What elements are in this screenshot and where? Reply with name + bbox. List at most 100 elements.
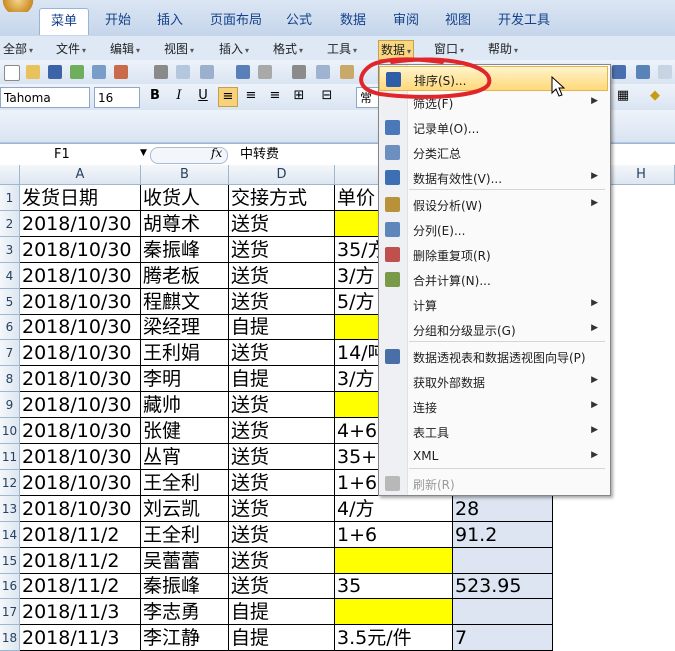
name-box-dropdown-icon[interactable]: ▼ [140, 148, 147, 158]
menu-item[interactable]: text-to-columns-icon 分列(E)... [379, 217, 608, 242]
row-header[interactable]: 14 [0, 522, 20, 548]
row-header[interactable]: 16 [0, 574, 20, 599]
menu-item[interactable]: 表工具 ▶ [379, 419, 608, 444]
tab-developer[interactable]: 开发工具 [488, 8, 560, 34]
cell-date[interactable]: 2018/10/30 [20, 392, 141, 418]
menu-item[interactable]: 分组和分级显示(G) ▶ [379, 317, 608, 342]
cell-unit-price[interactable]: 3.5元/件 [335, 625, 453, 651]
menu-edit[interactable]: 编辑 ▾ [110, 40, 140, 58]
cell-date[interactable]: 2018/10/30 [20, 470, 141, 496]
cell-delivery-method[interactable]: 自提 [229, 366, 335, 392]
cell-consignee[interactable]: 秦振峰 [141, 237, 229, 263]
cell-delivery-method[interactable]: 交接方式 [229, 185, 335, 211]
copy-icon[interactable] [316, 65, 330, 79]
cell-date[interactable]: 2018/10/30 [20, 289, 141, 315]
cell-delivery-method[interactable]: 送货 [229, 418, 335, 444]
pdf-icon[interactable] [114, 65, 128, 79]
cell-date[interactable]: 2018/11/3 [20, 625, 141, 651]
cell-unit-price[interactable] [335, 599, 453, 625]
cell-transfer-fee[interactable]: 91.2 [453, 522, 553, 548]
tab-home[interactable]: 开始 [97, 8, 139, 34]
cell-consignee[interactable]: 王全利 [141, 522, 229, 548]
cell-date[interactable]: 2018/10/30 [20, 496, 141, 522]
cell-date[interactable]: 2018/10/30 [20, 237, 141, 263]
menu-item[interactable]: form-icon 记录单(O)... [379, 115, 608, 140]
cell-date[interactable]: 2018/10/30 [20, 211, 141, 237]
fill-color-icon[interactable]: ◆ [646, 87, 664, 105]
menu-item[interactable]: 连接 ▶ [379, 394, 608, 419]
cell-date[interactable]: 发货日期 [20, 185, 141, 211]
cell-delivery-method[interactable]: 送货 [229, 340, 335, 366]
tab-view[interactable]: 视图 [436, 8, 480, 34]
align-center-icon[interactable]: ≡ [242, 87, 260, 105]
row-header[interactable]: 18 [0, 625, 20, 651]
menu-file[interactable]: 文件 ▾ [56, 40, 86, 58]
menu-format[interactable]: 格式 ▾ [273, 40, 303, 58]
merge-center-icon[interactable]: ⊞ [290, 87, 308, 105]
menu-all[interactable]: 全部 ▾ [3, 40, 33, 58]
permission2-icon[interactable] [258, 65, 272, 79]
menu-item[interactable]: 计算 ▶ [379, 292, 608, 317]
column-header-h[interactable]: H [608, 165, 675, 185]
cell-delivery-method[interactable]: 送货 [229, 237, 335, 263]
menu-item[interactable]: subtotal-icon 分类汇总 [379, 140, 608, 165]
cell-consignee[interactable]: 丛宵 [141, 444, 229, 470]
cell-unit-price[interactable] [335, 548, 453, 574]
cell-consignee[interactable]: 吴蕾蕾 [141, 548, 229, 574]
cell-consignee[interactable]: 王全利 [141, 470, 229, 496]
menu-item[interactable]: remove-duplicates-icon 删除重复项(R) [379, 242, 608, 267]
cell-consignee[interactable]: 李志勇 [141, 599, 229, 625]
cell-date[interactable]: 2018/11/2 [20, 522, 141, 548]
bold-button[interactable]: B [146, 87, 164, 105]
cell-unit-price[interactable]: 35 [335, 574, 453, 599]
cell-delivery-method[interactable]: 送货 [229, 444, 335, 470]
cell-date[interactable]: 2018/10/30 [20, 340, 141, 366]
cell-delivery-method[interactable]: 送货 [229, 392, 335, 418]
row-header[interactable]: 11 [0, 444, 20, 470]
column-header-d[interactable]: D [229, 165, 335, 185]
cell-consignee[interactable]: 张健 [141, 418, 229, 444]
menu-item[interactable]: whatif-icon 假设分析(W) ▶ [379, 192, 608, 217]
cell-date[interactable]: 2018/11/2 [20, 548, 141, 574]
cell-delivery-method[interactable]: 送货 [229, 263, 335, 289]
row-header[interactable]: 3 [0, 237, 20, 263]
cell-consignee[interactable]: 刘云凯 [141, 496, 229, 522]
function-wizard-icon[interactable]: fx [211, 146, 222, 160]
cell-delivery-method[interactable]: 送货 [229, 289, 335, 315]
row-header[interactable]: 10 [0, 418, 20, 444]
sort-desc-icon[interactable] [612, 65, 626, 79]
spelling-icon[interactable] [236, 65, 250, 79]
borders-icon[interactable]: ▦ [614, 87, 632, 105]
cell-date[interactable]: 2018/10/30 [20, 444, 141, 470]
name-box[interactable]: F1 [0, 144, 148, 165]
select-all-corner[interactable] [0, 165, 20, 185]
print-icon[interactable] [154, 65, 168, 79]
menu-item[interactable]: validation-icon 数据有效性(V)... ▶ [379, 165, 608, 190]
row-header[interactable]: 4 [0, 263, 20, 289]
cell-date[interactable]: 2018/10/30 [20, 418, 141, 444]
tab-formulas[interactable]: 公式 [278, 8, 320, 34]
cell-consignee[interactable]: 收货人 [141, 185, 229, 211]
email-icon[interactable] [92, 65, 106, 79]
tab-review[interactable]: 审阅 [384, 8, 428, 34]
cell-delivery-method[interactable]: 送货 [229, 522, 335, 548]
cell-consignee[interactable]: 藏帅 [141, 392, 229, 418]
cell-delivery-method[interactable]: 自提 [229, 315, 335, 340]
cell-unit-price[interactable]: 1+6 [335, 522, 453, 548]
office-button-icon[interactable] [0, 0, 36, 12]
cell-consignee[interactable]: 腾老板 [141, 263, 229, 289]
font-size-box[interactable]: 16 [94, 87, 140, 108]
autofilter-icon[interactable] [636, 65, 650, 79]
cell-delivery-method[interactable]: 送货 [229, 548, 335, 574]
underline-button[interactable]: U [194, 87, 212, 105]
cell-delivery-method[interactable]: 送货 [229, 211, 335, 237]
cut-icon[interactable] [292, 65, 306, 79]
cell-date[interactable]: 2018/10/30 [20, 315, 141, 340]
cell-unit-price[interactable]: 4/方 [335, 496, 453, 522]
open-icon[interactable] [26, 65, 40, 79]
row-header[interactable]: 13 [0, 496, 20, 522]
tab-insert[interactable]: 插入 [147, 8, 193, 34]
cell-transfer-fee[interactable]: 28 [453, 496, 553, 522]
cell-consignee[interactable]: 梁经理 [141, 315, 229, 340]
chart-icon[interactable] [658, 65, 672, 79]
